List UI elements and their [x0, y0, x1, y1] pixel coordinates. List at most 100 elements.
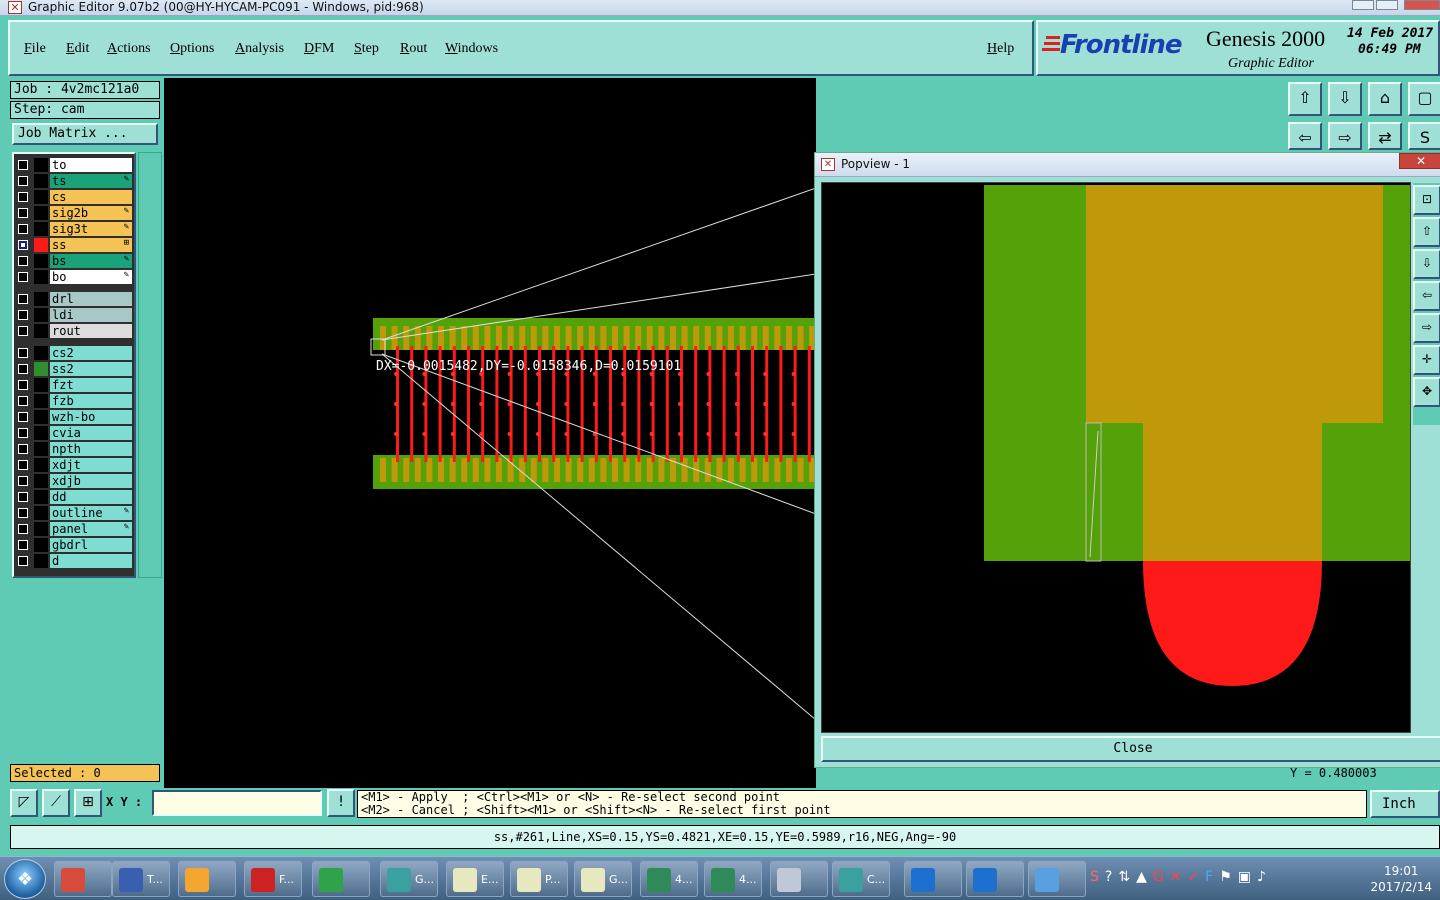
popview-close-x-button[interactable]: ✕: [1399, 153, 1440, 169]
app-tray-icon-3[interactable]: ✓: [1187, 869, 1205, 885]
layer-row-sig3t[interactable]: sig3t ✎: [16, 222, 132, 236]
layer-row-cs[interactable]: cs: [16, 190, 132, 204]
layer-row-ts[interactable]: ts ✎: [16, 174, 132, 188]
menu-file[interactable]: File: [24, 41, 46, 57]
layer-name[interactable]: cs: [50, 190, 132, 204]
layer-checkbox[interactable]: [18, 412, 28, 422]
taskbar-app-button[interactable]: G...: [380, 861, 438, 897]
layer-checkbox[interactable]: [18, 348, 28, 358]
layer-name[interactable]: rout: [50, 324, 132, 338]
layer-color-swatch[interactable]: [34, 206, 48, 220]
show-hidden-icons[interactable]: ▲: [1136, 869, 1153, 885]
layer-color-swatch[interactable]: [34, 174, 48, 188]
window-titlebar[interactable]: ✕ Graphic Editor 9.07b2 (00@HY-HYCAM-PC0…: [0, 0, 1440, 16]
layer-color-swatch[interactable]: [34, 426, 48, 440]
layer-checkbox[interactable]: [18, 364, 28, 374]
app-tray-icon[interactable]: G: [1153, 869, 1170, 885]
layer-checkbox[interactable]: [18, 294, 28, 304]
layer-name[interactable]: fzb: [50, 394, 132, 408]
layer-row-bs[interactable]: bs ✎: [16, 254, 132, 268]
taskbar-app-button[interactable]: [904, 861, 962, 897]
layer-name[interactable]: dd: [50, 490, 132, 504]
window-close-button[interactable]: [1404, 0, 1440, 10]
taskbar-app-button[interactable]: C...: [832, 861, 890, 897]
layer-row-cvia[interactable]: cvia: [16, 426, 132, 440]
popview-titlebar[interactable]: ✕ Popview - 1 ✕: [815, 153, 1440, 177]
layer-row-dd[interactable]: dd: [16, 490, 132, 504]
layer-color-swatch[interactable]: [34, 346, 48, 360]
popview-down-button[interactable]: ⇩: [1413, 249, 1440, 279]
taskbar-app-button[interactable]: [770, 861, 828, 897]
minimize-button[interactable]: [1352, 0, 1374, 10]
layer-checkbox[interactable]: [18, 272, 28, 282]
layer-color-swatch[interactable]: [34, 270, 48, 284]
layer-row-fzt[interactable]: fzt: [16, 378, 132, 392]
layer-name[interactable]: sig2b: [50, 206, 132, 220]
layer-color-swatch[interactable]: [34, 378, 48, 392]
taskbar-app-button[interactable]: [1028, 861, 1086, 897]
layer-row-xdjb[interactable]: xdjb: [16, 474, 132, 488]
layer-checkbox[interactable]: [18, 160, 28, 170]
layer-checkbox[interactable]: [18, 556, 28, 566]
layer-name[interactable]: fzt: [50, 378, 132, 392]
taskbar-clock[interactable]: 19:01 2017/2/14: [1370, 863, 1432, 895]
popview-fit-button[interactable]: ⊡: [1413, 185, 1440, 215]
layer-checkbox[interactable]: [18, 540, 28, 550]
layer-row-ss2[interactable]: ss2: [16, 362, 132, 376]
layer-color-swatch[interactable]: [34, 474, 48, 488]
layer-color-swatch[interactable]: [34, 442, 48, 456]
layer-checkbox[interactable]: [18, 326, 28, 336]
layer-row-fzb[interactable]: fzb: [16, 394, 132, 408]
layer-name[interactable]: xdjb: [50, 474, 132, 488]
maximize-button[interactable]: [1376, 0, 1398, 10]
menu-options[interactable]: Options: [170, 41, 214, 57]
layer-color-swatch[interactable]: [34, 324, 48, 338]
layer-list-scrollbar[interactable]: [138, 152, 162, 578]
layer-row-sig2b[interactable]: sig2b ✎: [16, 206, 132, 220]
layer-checkbox[interactable]: [18, 428, 28, 438]
toolbar-home-up-button[interactable]: ⇧: [1288, 82, 1322, 116]
menu-rout[interactable]: Rout: [400, 41, 427, 57]
layer-row-npth[interactable]: npth: [16, 442, 132, 456]
toolbar-home-button[interactable]: ⌂: [1368, 82, 1402, 116]
help-tray-icon[interactable]: ?: [1105, 869, 1118, 885]
layer-row-bo[interactable]: bo ✎: [16, 270, 132, 284]
taskbar-app-button[interactable]: [312, 861, 370, 897]
layer-color-swatch[interactable]: [34, 190, 48, 204]
layer-name[interactable]: cvia: [50, 426, 132, 440]
layer-color-swatch[interactable]: [34, 292, 48, 306]
layer-row-panel[interactable]: panel ✎: [16, 522, 132, 536]
layer-color-swatch[interactable]: [34, 222, 48, 236]
toolbar-swap-button[interactable]: ⇄: [1368, 122, 1402, 150]
layer-color-swatch[interactable]: [34, 554, 48, 568]
layer-name[interactable]: ss2: [50, 362, 132, 376]
layer-color-swatch[interactable]: [34, 394, 48, 408]
measure-mode-button[interactable]: ⟋: [42, 789, 70, 817]
layer-checkbox[interactable]: [18, 240, 28, 250]
layer-row-d[interactable]: d: [16, 554, 132, 568]
layer-checkbox[interactable]: [18, 524, 28, 534]
layer-row-ss[interactable]: ss ⊞: [16, 238, 132, 252]
layer-color-swatch[interactable]: [34, 490, 48, 504]
graphic-canvas[interactable]: DX=-0.0015482,DY=-0.0158346,D=0.0159101: [164, 78, 817, 788]
taskbar-app-button[interactable]: G...: [574, 861, 632, 897]
layer-checkbox[interactable]: [18, 208, 28, 218]
menu-step[interactable]: Step: [354, 41, 379, 57]
taskbar-app-button[interactable]: [966, 861, 1024, 897]
layer-name[interactable]: bo: [50, 270, 132, 284]
layer-row-rout[interactable]: rout: [16, 324, 132, 338]
xy-coordinate-input[interactable]: [152, 790, 322, 816]
layer-row-outline[interactable]: outline ✎: [16, 506, 132, 520]
layer-row-to[interactable]: to: [16, 158, 132, 172]
layer-name[interactable]: xdjt: [50, 458, 132, 472]
taskbar-app-button[interactable]: [178, 861, 236, 897]
layer-name[interactable]: sig3t: [50, 222, 132, 236]
grid-mode-button[interactable]: ⊞: [74, 789, 102, 817]
layer-name[interactable]: ldi: [50, 308, 132, 322]
menu-analysis[interactable]: Analysis: [235, 41, 284, 57]
menu-windows[interactable]: Windows: [445, 41, 498, 57]
layer-checkbox[interactable]: [18, 176, 28, 186]
menu-edit[interactable]: Edit: [66, 41, 89, 57]
taskbar-app-button[interactable]: 4...: [640, 861, 698, 897]
units-selector[interactable]: Inch: [1370, 790, 1440, 818]
